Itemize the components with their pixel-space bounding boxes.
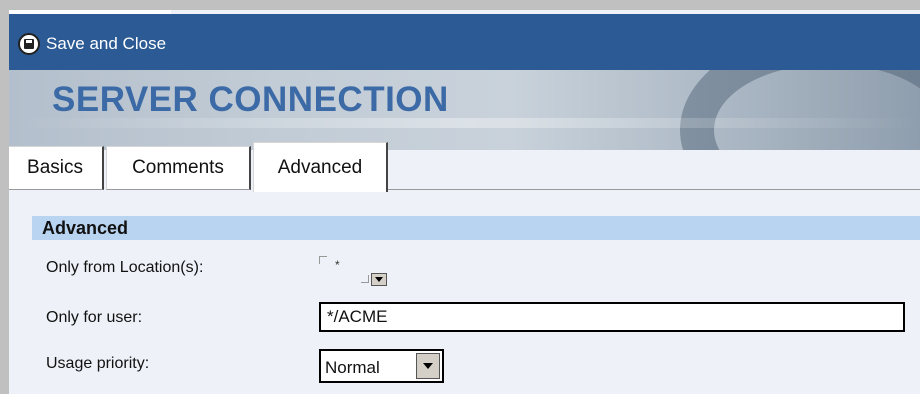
tab-comments[interactable]: Comments	[106, 146, 251, 190]
tab-comments-label: Comments	[132, 157, 224, 178]
close-bracket-icon	[361, 275, 369, 283]
tab-baseline	[388, 189, 920, 190]
chevron-down-icon	[375, 277, 383, 282]
locations-dropdown-button[interactable]	[371, 273, 387, 286]
action-bar: Save and Close	[9, 14, 920, 70]
chevron-down-icon	[423, 363, 433, 369]
form-window: Save and Close SERVER CONNECTION Basics …	[9, 10, 920, 394]
open-bracket-icon	[319, 256, 327, 264]
usage-priority-dropdown-button[interactable]	[416, 353, 440, 379]
save-and-close-label: Save and Close	[46, 34, 167, 53]
tab-advanced-label: Advanced	[277, 156, 363, 178]
only-for-user-input[interactable]	[319, 302, 905, 332]
priority-label: Usage priority:	[46, 355, 150, 372]
user-label: Only for user:	[46, 309, 143, 326]
locations-label: Only from Location(s):	[46, 259, 204, 276]
tab-bar: Basics Comments Advanced	[9, 132, 920, 192]
usage-priority-select[interactable]: Normal	[319, 349, 444, 383]
usage-priority-value: Normal	[325, 358, 380, 377]
locations-picker[interactable]: *	[319, 256, 399, 286]
page-title: SERVER CONNECTION	[52, 80, 449, 119]
section-header-advanced: Advanced	[32, 216, 920, 240]
locations-value: *	[335, 258, 340, 272]
tab-advanced[interactable]: Advanced	[253, 142, 388, 192]
floppy-disk-icon	[18, 33, 40, 55]
tab-basics-label: Basics	[27, 157, 83, 178]
tab-basics[interactable]: Basics	[9, 146, 104, 190]
save-and-close-button[interactable]: Save and Close	[18, 30, 166, 58]
